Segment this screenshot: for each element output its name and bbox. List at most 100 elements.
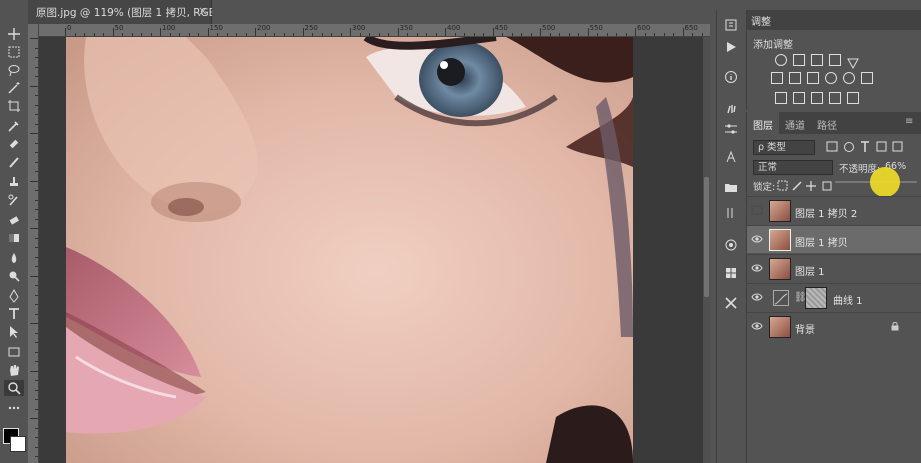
- brush-tool-icon[interactable]: [4, 154, 24, 170]
- hand-tool-icon[interactable]: [4, 362, 24, 378]
- layer-filter-select[interactable]: ρ 类型: [753, 140, 815, 155]
- vertical-scrollbar[interactable]: [703, 37, 710, 463]
- scrollbar-thumb[interactable]: [704, 177, 709, 297]
- ruler-minor-tick: [188, 33, 190, 36]
- exposure-icon[interactable]: [829, 54, 841, 66]
- play-actions-icon[interactable]: [722, 38, 740, 56]
- tab-adjustments[interactable]: 调整: [751, 13, 771, 28]
- zoom-tool-icon[interactable]: [4, 380, 24, 396]
- layer-thumbnail[interactable]: [769, 258, 791, 280]
- layer-row[interactable]: 图层 1: [747, 254, 921, 282]
- ruler-minor-tick: [35, 313, 38, 315]
- gradient-tool-icon[interactable]: [4, 230, 24, 246]
- dodge-tool-icon[interactable]: [4, 268, 24, 284]
- lock-icon[interactable]: [890, 321, 900, 331]
- eye-icon[interactable]: [751, 321, 763, 331]
- ruler-minor-tick: [35, 199, 38, 201]
- info-icon[interactable]: [722, 68, 740, 86]
- ruler-minor-tick: [473, 33, 475, 36]
- levels-icon[interactable]: [793, 54, 805, 66]
- tab-bar: [212, 0, 710, 24]
- path-selection-tool-icon[interactable]: [4, 324, 24, 340]
- more-tools-icon[interactable]: [4, 400, 24, 416]
- lock-icons[interactable]: [777, 180, 837, 192]
- magic-wand-tool-icon[interactable]: [4, 80, 24, 96]
- photo-filter-icon[interactable]: [825, 72, 837, 84]
- layer-filter-row: ρ 类型: [751, 140, 921, 156]
- history-brush-tool-icon[interactable]: [4, 192, 24, 208]
- blur-tool-icon[interactable]: [4, 250, 24, 266]
- paragraph-icon[interactable]: [722, 204, 740, 222]
- portrait-image: [66, 37, 633, 463]
- black-white-icon[interactable]: [807, 72, 819, 84]
- type-tool-icon[interactable]: [4, 306, 24, 322]
- gradient-map-icon[interactable]: [829, 92, 841, 104]
- color-lookup-icon[interactable]: [861, 72, 873, 84]
- healing-brush-tool-icon[interactable]: [4, 136, 24, 152]
- tool-presets-icon[interactable]: [722, 294, 740, 312]
- layer-row[interactable]: ⛓ 曲线 1: [747, 283, 921, 311]
- tab-paths[interactable]: 路径: [817, 117, 837, 132]
- eye-hidden-icon[interactable]: [751, 205, 763, 215]
- invert-icon[interactable]: [775, 92, 787, 104]
- rectangle-tool-icon[interactable]: [4, 344, 24, 360]
- layer-mask-thumbnail[interactable]: [805, 287, 827, 309]
- pen-tool-icon[interactable]: [4, 288, 24, 304]
- channel-mixer-icon[interactable]: [843, 72, 855, 84]
- filter-type-icons[interactable]: [825, 141, 915, 153]
- ruler-minor-tick: [378, 33, 380, 36]
- crop-tool-icon[interactable]: [4, 98, 24, 114]
- layer-row[interactable]: 图层 1 拷贝 2: [747, 196, 921, 224]
- ruler-tick: [635, 28, 636, 36]
- ruler-minor-tick: [35, 446, 38, 448]
- brightness-contrast-icon[interactable]: [775, 54, 787, 66]
- brush-presets-icon[interactable]: [722, 98, 740, 116]
- threshold-icon[interactable]: [811, 92, 823, 104]
- ruler-tick: [350, 28, 351, 36]
- tab-layers[interactable]: 图层: [753, 117, 773, 132]
- styles-icon[interactable]: [722, 236, 740, 254]
- ruler-tick: [587, 28, 589, 36]
- ruler-tick: [492, 28, 494, 36]
- eye-icon[interactable]: [751, 263, 763, 273]
- move-tool-icon[interactable]: [4, 26, 24, 42]
- layer-row[interactable]: 图层 1 拷贝: [747, 225, 921, 253]
- ruler-label: 50: [114, 24, 124, 32]
- swatches-icon[interactable]: [722, 264, 740, 282]
- document-tab[interactable]: 原图.jpg @ 119% (图层 1 拷贝, RGB/8) * ×: [28, 0, 239, 24]
- close-icon[interactable]: ×: [198, 4, 208, 18]
- brush-settings-icon[interactable]: [722, 120, 740, 138]
- ruler-minor-tick: [454, 33, 456, 36]
- folder-icon[interactable]: [722, 178, 740, 196]
- history-icon[interactable]: [722, 16, 740, 34]
- curves-icon[interactable]: [811, 54, 823, 66]
- ruler-label: 500: [542, 24, 556, 32]
- marquee-tool-icon[interactable]: [4, 44, 24, 60]
- posterize-icon[interactable]: [793, 92, 805, 104]
- canvas-workspace[interactable]: [39, 37, 710, 463]
- ruler-minor-tick: [74, 33, 76, 36]
- background-color-swatch[interactable]: [10, 436, 26, 452]
- eye-icon[interactable]: [751, 234, 763, 244]
- layer-thumbnail[interactable]: [769, 200, 791, 222]
- lasso-tool-icon[interactable]: [4, 62, 24, 78]
- layer-thumbnail[interactable]: [769, 316, 791, 338]
- character-icon[interactable]: [722, 148, 740, 166]
- blend-mode-select[interactable]: 正常: [753, 160, 833, 175]
- eyedropper-tool-icon[interactable]: [4, 118, 24, 134]
- ruler-minor-tick: [30, 228, 38, 229]
- eraser-tool-icon[interactable]: [4, 212, 24, 228]
- photoshop-window: 原图.jpg @ 119% (图层 1 拷贝, RGB/8) * × 0 50 10…: [0, 0, 921, 463]
- eye-icon[interactable]: [751, 292, 763, 302]
- panel-menu-icon[interactable]: ≡: [905, 116, 913, 127]
- clone-stamp-tool-icon[interactable]: [4, 174, 24, 190]
- photo-canvas[interactable]: [66, 37, 633, 463]
- layer-thumbnail[interactable]: [769, 229, 791, 251]
- selective-color-icon[interactable]: [847, 92, 859, 104]
- layer-row[interactable]: 背景: [747, 312, 921, 340]
- vibrance-icon[interactable]: [847, 54, 859, 70]
- adjustments-row-2: [771, 72, 873, 84]
- hue-saturation-icon[interactable]: [771, 72, 783, 84]
- color-balance-icon[interactable]: [789, 72, 801, 84]
- tab-channels[interactable]: 通道: [785, 117, 805, 132]
